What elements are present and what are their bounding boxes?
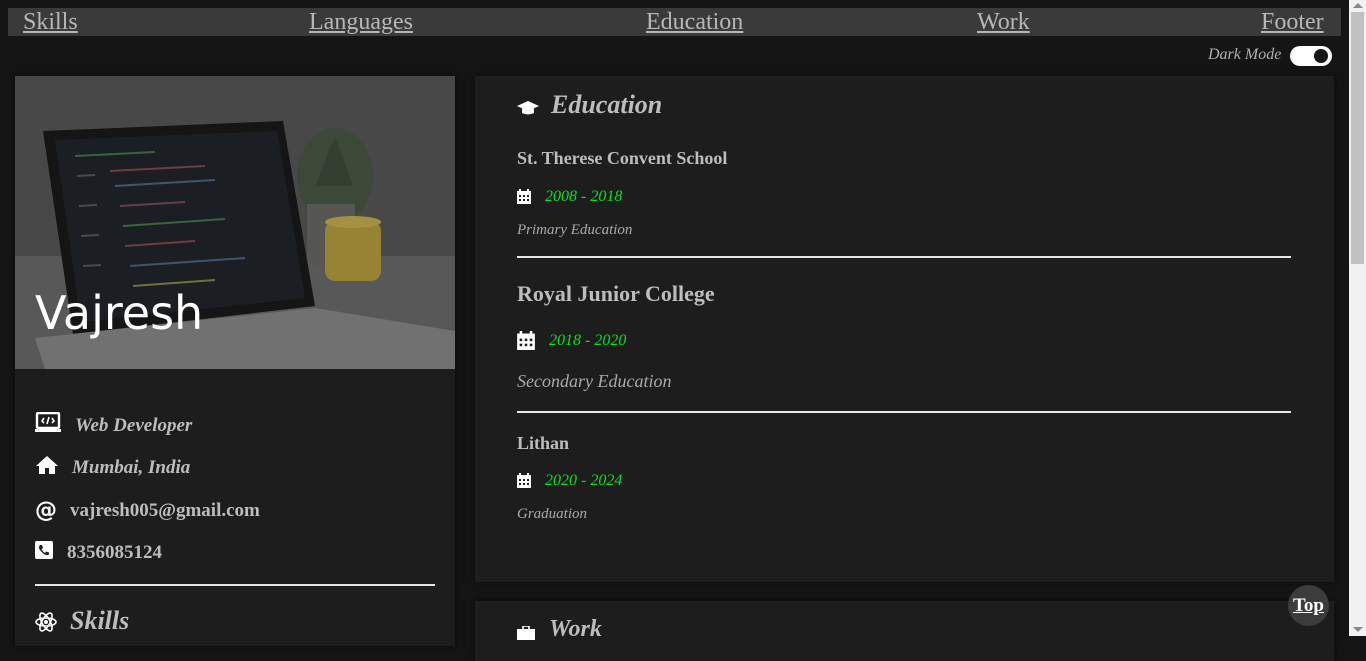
nav-link-work[interactable]: Work — [977, 8, 1030, 36]
education-section-title: Education — [551, 90, 663, 119]
at-icon: @ — [35, 498, 57, 523]
location-row: Mumbai, India — [35, 455, 190, 480]
phone-row: 8356085124 — [35, 541, 162, 564]
calendar-icon — [517, 331, 535, 355]
education-divider-2 — [517, 411, 1291, 413]
profile-hero-image: Vajresh — [15, 76, 455, 369]
profile-phone[interactable]: 8356085124 — [67, 542, 162, 564]
education-years-1: 2008 - 2018 — [545, 188, 623, 205]
profile-name: Vajresh — [35, 286, 204, 340]
education-level-1: Primary Education — [517, 222, 633, 238]
work-card: Work — [475, 601, 1334, 661]
laptop-icon — [35, 411, 75, 439]
atom-icon — [35, 611, 57, 638]
top-navbar: Skills Languages Education Work Footer — [8, 8, 1341, 36]
back-to-top-button[interactable]: Top — [1288, 585, 1329, 626]
role-row: Web Developer — [35, 411, 193, 439]
education-card: Education St. Therese Convent School 200… — [475, 76, 1334, 582]
education-divider-1 — [517, 256, 1291, 258]
education-school-1: St. Therese Convent School — [517, 148, 728, 168]
profile-divider — [35, 584, 435, 586]
nav-link-footer[interactable]: Footer — [1261, 8, 1324, 36]
nav-link-education[interactable]: Education — [646, 8, 743, 36]
graduation-cap-icon — [517, 100, 539, 121]
education-level-3: Graduation — [517, 506, 588, 522]
education-level-2: Secondary Education — [517, 371, 672, 391]
calendar-icon — [517, 189, 531, 209]
education-school-2: Royal Junior College — [517, 281, 715, 306]
profile-email[interactable]: vajresh005@gmail.com — [70, 500, 260, 522]
profile-role: Web Developer — [75, 414, 193, 436]
profile-card: Vajresh Web Developer Mumbai, India @ va… — [15, 76, 455, 646]
profile-location: Mumbai, India — [72, 456, 191, 478]
nav-link-skills[interactable]: Skills — [23, 8, 78, 36]
calendar-icon — [517, 473, 531, 493]
toggle-knob — [1314, 49, 1328, 63]
dark-mode-label: Dark Mode — [1208, 46, 1282, 63]
scroll-up-arrow-icon[interactable] — [1353, 3, 1363, 8]
education-school-3: Lithan — [517, 433, 570, 453]
skills-section-title: Skills — [70, 606, 130, 635]
dark-mode-toggle[interactable] — [1290, 46, 1332, 66]
email-row: @ vajresh005@gmail.com — [35, 498, 260, 523]
nav-link-languages[interactable]: Languages — [309, 8, 413, 36]
scrollbar-thumb[interactable] — [1351, 12, 1364, 264]
scroll-down-arrow-icon[interactable] — [1353, 627, 1363, 632]
education-years-2: 2018 - 2020 — [549, 332, 627, 349]
phone-icon — [35, 541, 67, 564]
home-icon — [35, 455, 72, 480]
work-section-title: Work — [549, 616, 602, 642]
education-years-3: 2020 - 2024 — [545, 472, 623, 489]
